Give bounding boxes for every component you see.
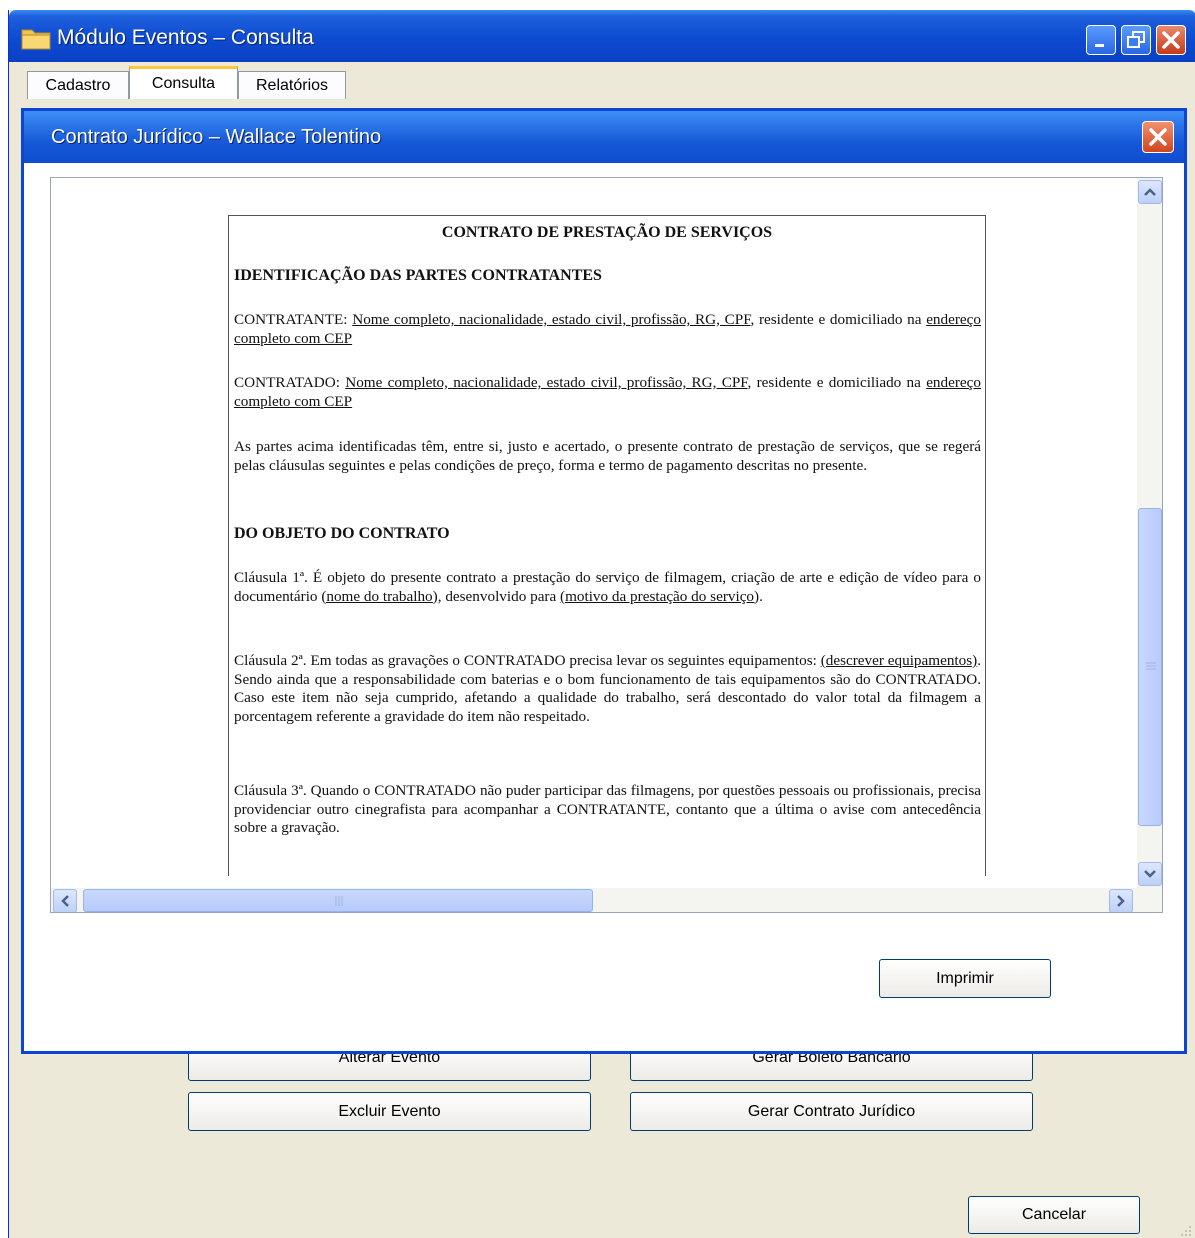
vertical-scrollbar[interactable] bbox=[1137, 178, 1162, 888]
paragraph-clausula-3: Cláusula 3ª. Quando o CONTRATADO não pud… bbox=[234, 782, 981, 836]
horizontal-scroll-thumb[interactable] bbox=[83, 889, 593, 912]
dialog-titlebar[interactable]: Contrato Jurídico – Wallace Tolentino bbox=[24, 111, 1184, 163]
grip-icon bbox=[335, 896, 343, 906]
cancelar-button[interactable]: Cancelar bbox=[968, 1196, 1140, 1234]
paragraph-intro: As partes acima identificadas têm, entre… bbox=[234, 438, 981, 474]
chevron-right-icon bbox=[1117, 895, 1125, 907]
document-page: CONTRATO DE PRESTAÇÃO DE SERVIÇOS IDENTI… bbox=[228, 215, 986, 876]
scroll-up-button[interactable] bbox=[1138, 180, 1162, 204]
close-button[interactable] bbox=[1156, 25, 1186, 55]
grip-icon bbox=[1146, 662, 1156, 670]
chevron-down-icon bbox=[1144, 870, 1156, 878]
dialog-close-button[interactable] bbox=[1142, 121, 1174, 153]
tab-cadastro[interactable]: Cadastro bbox=[27, 71, 129, 99]
restore-icon bbox=[1127, 31, 1145, 48]
paragraph-contratante: CONTRATANTE: Nome completo, nacionalidad… bbox=[234, 311, 981, 347]
window-title: Módulo Eventos – Consulta bbox=[57, 26, 314, 49]
vertical-scroll-thumb[interactable] bbox=[1138, 508, 1162, 826]
minimize-icon bbox=[1095, 44, 1104, 47]
contract-dialog: Contrato Jurídico – Wallace Tolentino CO… bbox=[21, 108, 1187, 1054]
close-icon bbox=[1149, 128, 1167, 146]
chevron-left-icon bbox=[61, 895, 69, 907]
scroll-right-button[interactable] bbox=[1109, 889, 1133, 912]
paragraph-clausula-2: Cláusula 2ª. Em todas as gravações o CON… bbox=[234, 652, 981, 725]
section-heading-object: DO OBJETO DO CONTRATO bbox=[234, 525, 450, 542]
tab-relatorios[interactable]: Relatórios bbox=[238, 71, 346, 99]
resize-grip-icon[interactable] bbox=[1179, 1224, 1193, 1238]
minimize-button[interactable] bbox=[1086, 25, 1116, 55]
scroll-left-button[interactable] bbox=[53, 889, 77, 912]
section-heading-parties: IDENTIFICAÇÃO DAS PARTES CONTRATANTES bbox=[234, 267, 602, 284]
window-titlebar[interactable]: Módulo Eventos – Consulta bbox=[9, 10, 1195, 62]
paragraph-clausula-1: Cláusula 1ª. É objeto do presente contra… bbox=[234, 569, 981, 605]
excluir-evento-button[interactable]: Excluir Evento bbox=[188, 1092, 591, 1131]
restore-button[interactable] bbox=[1121, 25, 1151, 55]
imprimir-button[interactable]: Imprimir bbox=[879, 959, 1051, 998]
close-icon bbox=[1162, 31, 1180, 49]
dialog-title: Contrato Jurídico – Wallace Tolentino bbox=[51, 126, 382, 148]
folder-icon bbox=[21, 29, 51, 50]
tab-consulta[interactable]: Consulta bbox=[129, 66, 238, 99]
horizontal-scrollbar[interactable] bbox=[51, 888, 1162, 912]
document-title: CONTRATO DE PRESTAÇÃO DE SERVIÇOS bbox=[441, 224, 773, 241]
scroll-down-button[interactable] bbox=[1138, 862, 1162, 886]
chevron-up-icon bbox=[1144, 188, 1156, 196]
gerar-contrato-button[interactable]: Gerar Contrato Jurídico bbox=[630, 1092, 1033, 1131]
paragraph-contratado: CONTRATADO: Nome completo, nacionalidade… bbox=[234, 374, 981, 410]
document-viewer[interactable]: CONTRATO DE PRESTAÇÃO DE SERVIÇOS IDENTI… bbox=[50, 177, 1163, 913]
